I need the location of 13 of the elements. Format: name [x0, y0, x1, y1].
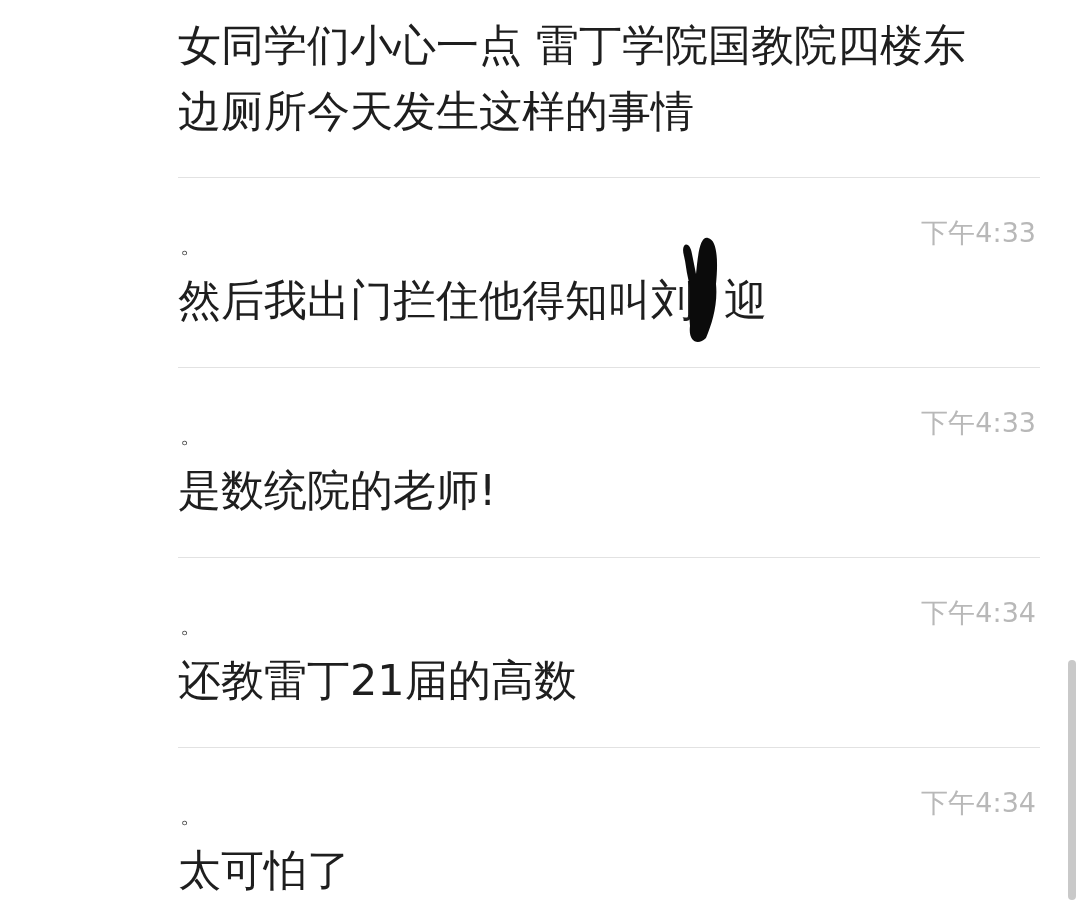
sender-name: 。: [179, 235, 202, 257]
message-time: 下午4:33: [921, 406, 1037, 440]
message-time: 下午4:33: [921, 216, 1037, 250]
message-time: 下午4:34: [921, 596, 1037, 630]
sender-name: 。: [179, 425, 202, 447]
message-text: 太可怕了: [178, 844, 350, 897]
sender-name: 。: [179, 615, 202, 637]
message-text: 还教雷丁21届的高数: [178, 654, 577, 707]
message-text: 迎: [724, 274, 767, 327]
message-text: 是数统院的老师!: [178, 464, 497, 517]
message-time: 下午4:34: [921, 786, 1037, 820]
sender-name: 。: [179, 805, 202, 827]
message-text: 女同学们小心一点 雷丁学院国教院四楼东边厕所今天发生这样的事情: [178, 20, 966, 136]
